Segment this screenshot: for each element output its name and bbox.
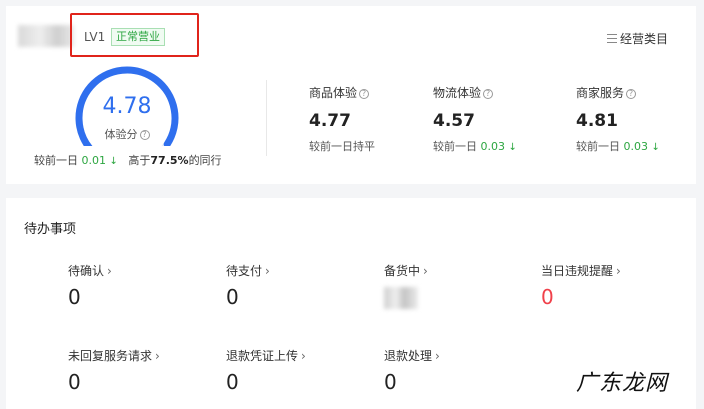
todo-label: 退款处理 [384, 349, 433, 363]
experience-label-text: 体验分 [104, 128, 138, 141]
todo-value: 0 [541, 285, 554, 309]
metric-compare: 较前一日 0.03 ↓ [576, 140, 660, 154]
metric-label-text: 商品体验 [309, 86, 358, 100]
metric-product: 商品体验? 4.77 较前一日持平 [309, 84, 375, 153]
down-arrow-icon: ↓ [651, 142, 660, 153]
down-arrow-icon: ↓ [109, 156, 118, 167]
metric-value: 4.77 [309, 111, 351, 131]
todo-label: 待确认 [68, 264, 105, 278]
todo-label: 当日违规提醒 [541, 264, 614, 278]
metric-value: 4.57 [433, 111, 475, 131]
chevron-right-icon: › [107, 264, 112, 278]
metric-value: 4.81 [576, 111, 618, 131]
todo-value: 0 [68, 285, 81, 309]
todo-value-blurred [384, 287, 418, 309]
compare-value: 0.03 [480, 140, 506, 153]
todo-item-preparing[interactable]: 备货中 › [384, 262, 428, 309]
metric-service: 商家服务? 4.81 较前一日 0.03 ↓ [576, 84, 660, 154]
metric-logistics: 物流体验? 4.57 较前一日 0.03 ↓ [433, 84, 517, 154]
metric-compare: 较前一日 0.03 ↓ [433, 140, 517, 154]
watermark: 广东龙网 [575, 371, 668, 396]
compare-prefix: 较前一日 [433, 140, 477, 153]
todo-item-violation-alert[interactable]: 当日违规提醒 › 0 [541, 262, 621, 309]
todo-value: 0 [226, 370, 239, 394]
todo-label: 备货中 [384, 264, 421, 278]
highlight-annotation-box [70, 13, 199, 57]
category-link[interactable]: 经营类目 [606, 30, 668, 47]
vertical-divider [266, 80, 267, 156]
help-icon[interactable]: ? [359, 89, 370, 99]
todo-item-pending-payment[interactable]: 待支付 › 0 [226, 262, 270, 309]
chevron-right-icon: › [301, 349, 306, 363]
chevron-right-icon: › [423, 264, 428, 278]
compare-prefix: 较前一日 [34, 154, 78, 167]
todo-value: 0 [384, 370, 397, 394]
metric-label[interactable]: 商家服务? [576, 84, 660, 101]
chevron-right-icon: › [616, 264, 621, 278]
chevron-right-icon: › [155, 349, 160, 363]
help-icon[interactable]: ? [626, 89, 637, 99]
chevron-right-icon: › [435, 349, 440, 363]
rank-value: 77.5% [150, 154, 189, 167]
rank-prefix: 高于 [128, 154, 151, 167]
experience-compare: 较前一日 0.01 ↓ 高于77.5%的同行 [34, 152, 222, 168]
chevron-right-icon: › [265, 264, 270, 278]
todo-value: 0 [68, 370, 81, 394]
rank-suffix: 的同行 [188, 154, 222, 167]
todo-value: 0 [226, 285, 239, 309]
metric-label-text: 物流体验 [433, 86, 482, 100]
todo-item-refund-voucher[interactable]: 退款凭证上传 › 0 [226, 347, 306, 394]
experience-label[interactable]: 体验分? [68, 126, 186, 142]
todo-title: 待办事项 [24, 222, 77, 237]
todo-item-unreplied-requests[interactable]: 未回复服务请求 › 0 [68, 347, 160, 394]
metric-compare: 较前一日持平 [309, 140, 375, 153]
compare-value: 0.03 [623, 140, 649, 153]
list-icon [606, 34, 617, 43]
todo-label: 退款凭证上传 [226, 349, 299, 363]
help-icon[interactable]: ? [483, 89, 494, 99]
todo-label: 待支付 [226, 264, 263, 278]
compare-prefix: 较前一日 [576, 140, 620, 153]
down-arrow-icon: ↓ [508, 142, 517, 153]
todo-item-pending-confirm[interactable]: 待确认 › 0 [68, 262, 112, 309]
todo-item-refund-processing[interactable]: 退款处理 › 0 [384, 347, 440, 394]
metric-label-text: 商家服务 [576, 86, 625, 100]
category-link-label: 经营类目 [619, 32, 668, 46]
experience-score: 4.78 [102, 94, 152, 119]
help-icon[interactable]: ? [139, 130, 150, 140]
metric-label[interactable]: 商品体验? [309, 84, 375, 101]
compare-value: 0.01 [81, 154, 107, 167]
todo-label: 未回复服务请求 [68, 349, 153, 363]
shop-name-blurred [18, 25, 74, 47]
metric-label[interactable]: 物流体验? [433, 84, 517, 101]
